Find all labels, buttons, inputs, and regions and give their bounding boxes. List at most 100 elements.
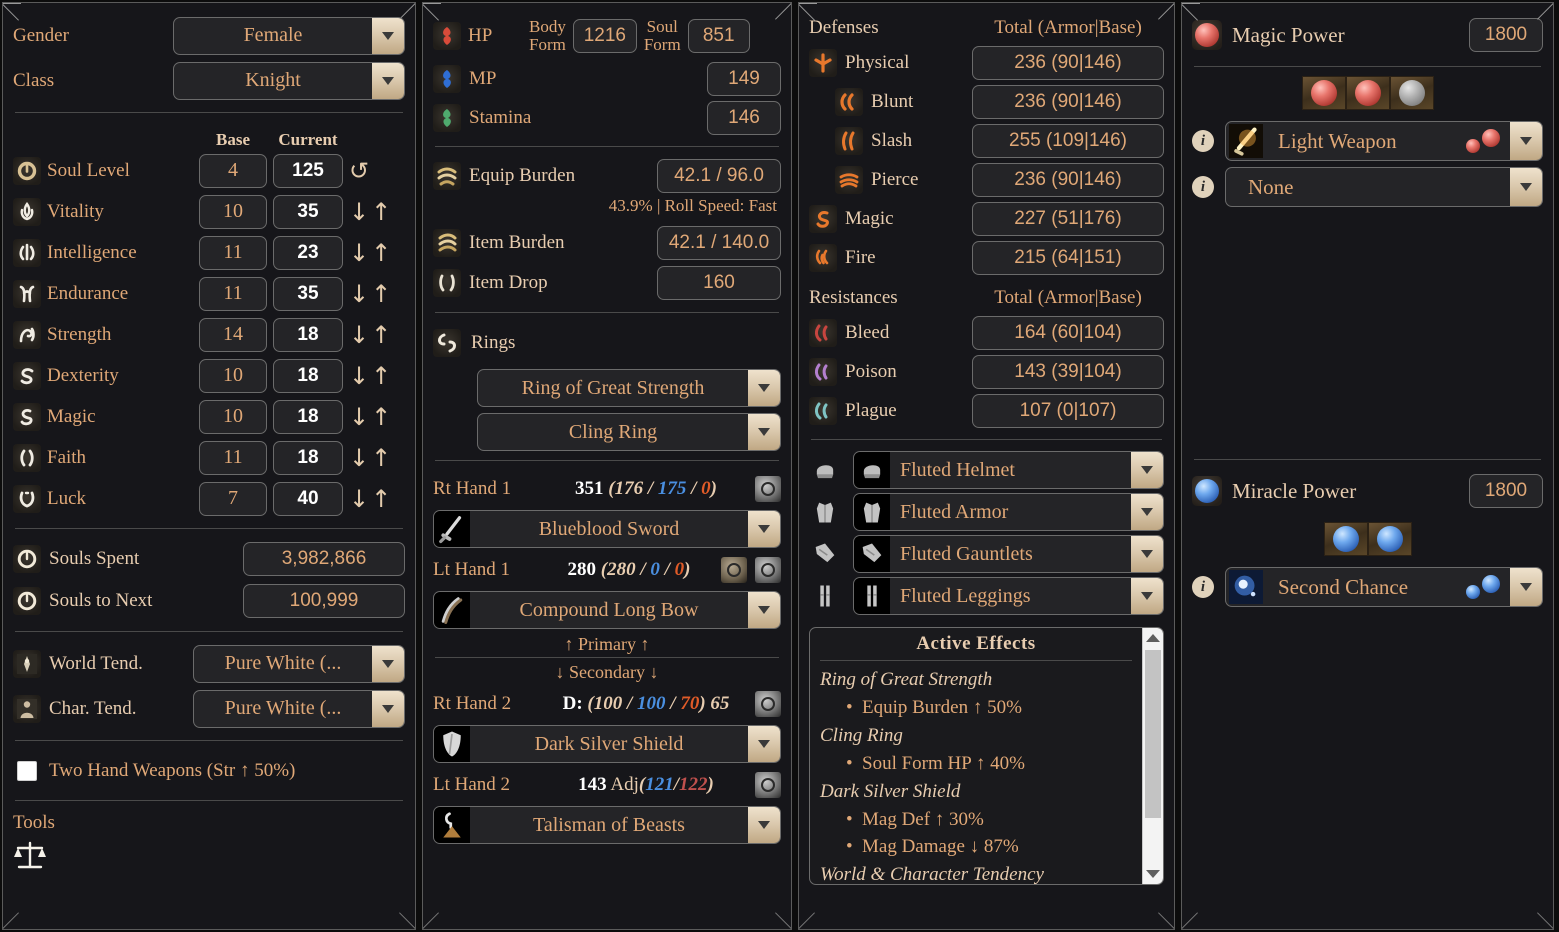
scroll-up-icon[interactable]	[1146, 628, 1160, 648]
upgrade-path-icon[interactable]	[755, 771, 781, 798]
spell-select[interactable]: Second Chance	[1225, 567, 1543, 607]
armor-select-chest-slot[interactable]: Fluted Armor	[853, 493, 1164, 531]
weight-icon[interactable]	[721, 556, 747, 583]
chevron-down-icon[interactable]	[1131, 578, 1163, 614]
two-hand-row[interactable]: Two Hand Weapons (Str ↑ 50%)	[13, 750, 405, 791]
stat-base-value[interactable]: 10	[199, 194, 267, 229]
stat-base-value[interactable]: 10	[199, 358, 267, 393]
stat-base-value[interactable]: 10	[199, 399, 267, 434]
two-hand-checkbox[interactable]	[17, 760, 37, 781]
chevron-down-icon[interactable]	[748, 726, 780, 762]
increase-stat-icon[interactable]: ↑	[371, 241, 391, 265]
stamina-value[interactable]: 146	[707, 100, 781, 135]
increase-stat-icon[interactable]: ↑	[371, 323, 391, 347]
spell-slot-empty[interactable]	[1389, 76, 1434, 110]
stat-adjust-controls[interactable]: ↓ ↑	[349, 200, 405, 224]
spell-slot-filled[interactable]	[1345, 76, 1390, 110]
chevron-down-icon[interactable]	[372, 17, 404, 54]
stat-current-value[interactable]: 18	[273, 358, 343, 393]
stat-base-value[interactable]: 4	[199, 153, 267, 188]
chevron-down-icon[interactable]	[1510, 568, 1542, 606]
info-icon[interactable]: i	[1192, 130, 1214, 152]
item-burden-value[interactable]: 42.1 / 140.0	[657, 226, 781, 260]
world-tendency-select[interactable]: Pure White (...	[193, 644, 405, 683]
spell-slot-filled[interactable]	[1301, 76, 1346, 110]
chevron-down-icon[interactable]	[1510, 122, 1542, 160]
souls-to-next-value[interactable]: 100,999	[243, 584, 405, 618]
spell-select[interactable]: Light Weapon	[1225, 121, 1543, 161]
chevron-down-icon[interactable]	[1131, 452, 1163, 488]
souls-spent-value[interactable]: 3,982,866	[243, 542, 405, 576]
stat-current-value[interactable]: 23	[273, 235, 343, 270]
armor-select-leggings-slot[interactable]: Fluted Leggings	[853, 577, 1164, 615]
chevron-down-icon[interactable]	[748, 511, 780, 547]
stat-current-value[interactable]: 18	[273, 399, 343, 434]
magic-power-value[interactable]: 1800	[1469, 18, 1543, 52]
chevron-down-icon[interactable]	[748, 807, 780, 843]
mp-value[interactable]: 149	[707, 61, 781, 96]
item-drop-value[interactable]: 160	[657, 266, 781, 300]
stat-adjust-controls[interactable]: ↓ ↑	[349, 323, 405, 347]
decrease-stat-icon[interactable]: ↓	[349, 487, 369, 511]
stat-adjust-controls[interactable]: ↓ ↑	[349, 487, 405, 511]
armor-select-gauntlets-slot[interactable]: Fluted Gauntlets	[853, 535, 1164, 573]
upgrade-path-icon[interactable]	[755, 556, 781, 583]
increase-stat-icon[interactable]: ↑	[371, 200, 391, 224]
chevron-down-icon[interactable]	[1131, 536, 1163, 572]
chevron-down-icon[interactable]	[748, 592, 780, 628]
chevron-down-icon[interactable]	[372, 645, 404, 682]
body-form-value[interactable]: 1216	[572, 19, 637, 53]
stat-adjust-controls[interactable]: ↓ ↑	[349, 241, 405, 265]
stat-base-value[interactable]: 11	[199, 440, 267, 475]
upgrade-path-icon[interactable]	[755, 475, 781, 502]
stat-adjust-controls[interactable]: ↓ ↑	[349, 364, 405, 388]
stat-base-value[interactable]: 7	[199, 481, 267, 516]
spell-slot-filled[interactable]	[1367, 522, 1412, 556]
stat-current-value[interactable]: 18	[273, 440, 343, 475]
reset-icon[interactable]: ↺	[349, 159, 369, 183]
chevron-down-icon[interactable]	[1510, 168, 1542, 206]
spell-select[interactable]: None	[1225, 167, 1543, 207]
scales-icon[interactable]	[13, 841, 47, 874]
info-icon[interactable]: i	[1192, 576, 1214, 598]
ring-select-2[interactable]: Cling Ring	[477, 413, 781, 451]
weapon-select[interactable]: Dark Silver Shield	[433, 725, 781, 763]
increase-stat-icon[interactable]: ↑	[371, 405, 391, 429]
stat-adjust-controls[interactable]: ↓ ↑	[349, 446, 405, 470]
chevron-down-icon[interactable]	[748, 414, 780, 450]
stat-current-value[interactable]: 35	[273, 276, 343, 311]
decrease-stat-icon[interactable]: ↓	[349, 405, 369, 429]
stat-adjust-controls[interactable]: ↓ ↑	[349, 405, 405, 429]
chevron-down-icon[interactable]	[1131, 494, 1163, 530]
weapon-select[interactable]: Talisman of Beasts	[433, 806, 781, 844]
char-tendency-select[interactable]: Pure White (...	[193, 689, 405, 728]
ring-select-1[interactable]: Ring of Great Strength	[477, 369, 781, 407]
weapon-select[interactable]: Blueblood Sword	[433, 510, 781, 548]
stat-base-value[interactable]: 14	[199, 317, 267, 352]
stat-adjust-controls[interactable]: ↓ ↑	[349, 282, 405, 306]
weapon-select[interactable]: Compound Long Bow	[433, 591, 781, 629]
decrease-stat-icon[interactable]: ↓	[349, 323, 369, 347]
stat-current-value[interactable]: 125	[273, 153, 343, 188]
increase-stat-icon[interactable]: ↑	[371, 446, 391, 470]
reset-stat-button[interactable]: ↺	[349, 159, 405, 183]
chevron-down-icon[interactable]	[748, 370, 780, 406]
scrollbar-thumb[interactable]	[1145, 650, 1161, 818]
stat-current-value[interactable]: 35	[273, 194, 343, 229]
decrease-stat-icon[interactable]: ↓	[349, 241, 369, 265]
increase-stat-icon[interactable]: ↑	[371, 364, 391, 388]
armor-select-helmet-slot[interactable]: Fluted Helmet	[853, 451, 1164, 489]
effects-scrollbar[interactable]	[1142, 628, 1163, 884]
decrease-stat-icon[interactable]: ↓	[349, 446, 369, 470]
scrollbar-track[interactable]	[1143, 648, 1163, 864]
upgrade-path-icon[interactable]	[755, 690, 781, 717]
miracle-power-value[interactable]: 1800	[1469, 474, 1543, 508]
stat-current-value[interactable]: 18	[273, 317, 343, 352]
stat-base-value[interactable]: 11	[199, 276, 267, 311]
gender-select[interactable]: Female	[173, 16, 405, 55]
increase-stat-icon[interactable]: ↑	[371, 282, 391, 306]
chevron-down-icon[interactable]	[372, 62, 404, 99]
soul-form-value[interactable]: 851	[687, 19, 750, 53]
stat-current-value[interactable]: 40	[273, 481, 343, 516]
decrease-stat-icon[interactable]: ↓	[349, 200, 369, 224]
